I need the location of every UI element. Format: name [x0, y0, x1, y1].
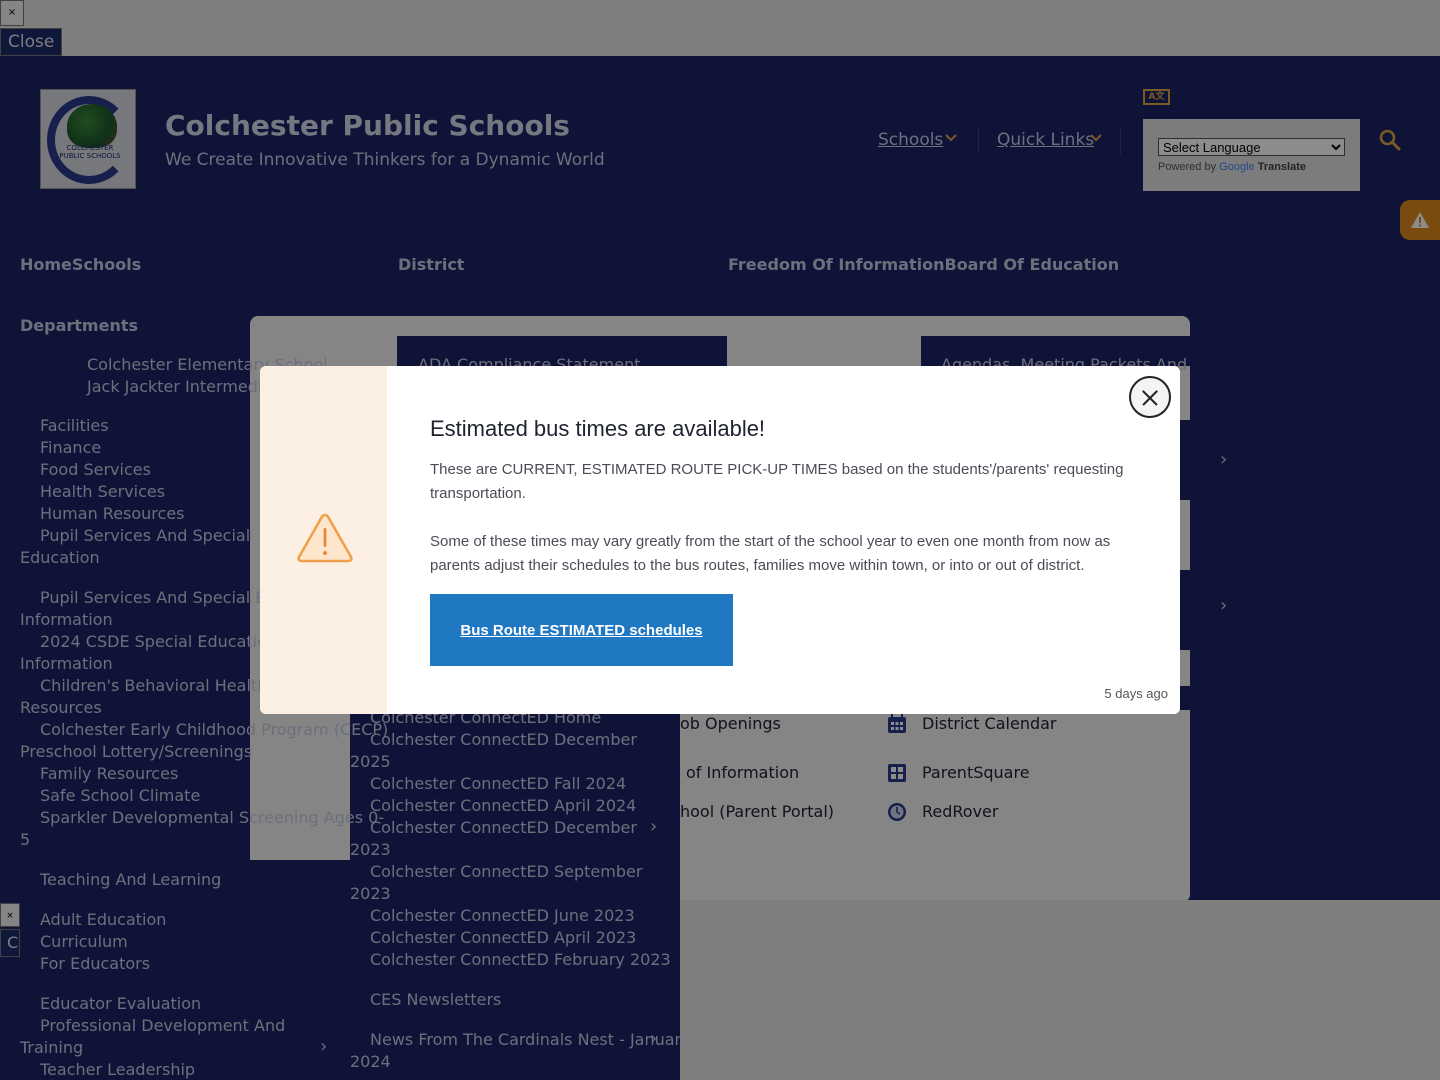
modal-close-icon[interactable]: [1129, 376, 1171, 418]
modal-timestamp: 5 days ago: [1104, 686, 1168, 701]
bus-route-schedules-button[interactable]: Bus Route ESTIMATED schedules: [430, 594, 733, 666]
modal-paragraph-1: These are CURRENT, ESTIMATED ROUTE PICK-…: [430, 461, 1124, 502]
modal-title: Estimated bus times are available!: [430, 416, 766, 441]
bus-times-modal: Estimated bus times are available! These…: [260, 366, 1180, 714]
warning-icon: [297, 513, 353, 563]
modal-paragraph-2: Some of these times may vary greatly fro…: [430, 533, 1111, 574]
modal-icon-panel: [260, 366, 387, 714]
